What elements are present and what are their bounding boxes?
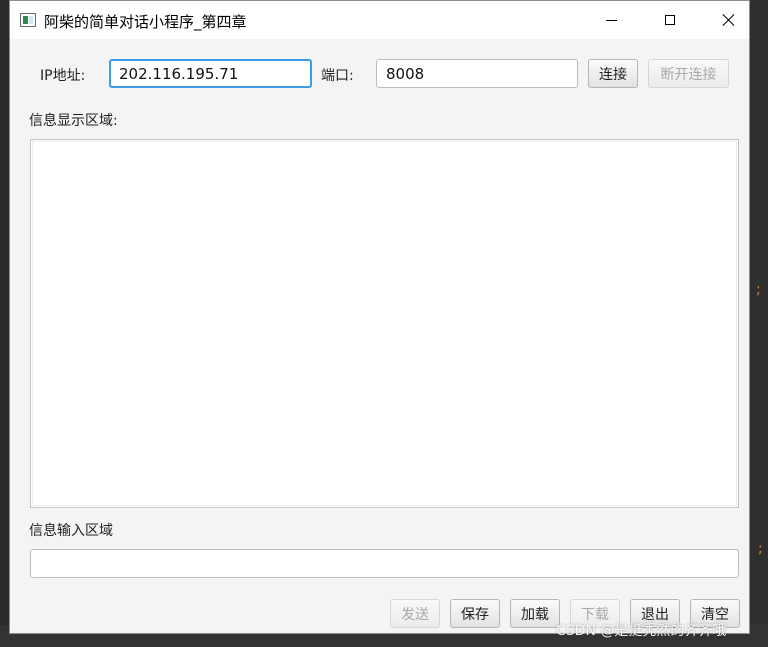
send-button[interactable]: 发送 — [390, 599, 440, 628]
maximize-button[interactable] — [647, 1, 693, 39]
input-area-label: 信息输入区域 — [29, 523, 113, 539]
background-code-mark: ; — [758, 541, 763, 557]
maximize-icon — [665, 15, 675, 25]
display-area-label: 信息显示区域: — [29, 113, 118, 129]
disconnect-button[interactable]: 断开连接 — [648, 59, 729, 88]
window-title: 阿柴的简单对话小程序_第四章 — [44, 13, 247, 31]
ip-address-input[interactable] — [109, 59, 312, 88]
minimize-icon — [605, 19, 617, 21]
message-input[interactable] — [30, 549, 739, 578]
save-button[interactable]: 保存 — [450, 599, 500, 628]
minimize-button[interactable] — [588, 1, 634, 39]
watermark-text: CSDN @是挺秃然的齐齐哦 — [556, 623, 727, 639]
port-label: 端口: — [321, 68, 354, 84]
background-editor-strip: ; ; — [750, 0, 768, 647]
title-bar[interactable]: 阿柴的简单对话小程序_第四章 — [10, 1, 749, 39]
app-icon — [20, 13, 36, 27]
background-code-mark: ; — [756, 282, 761, 298]
close-icon — [722, 13, 736, 27]
ip-label: IP地址: — [40, 68, 86, 84]
close-button[interactable] — [706, 1, 752, 39]
connect-button[interactable]: 连接 — [588, 59, 638, 88]
message-display-inner — [32, 141, 737, 506]
message-display-area[interactable] — [30, 139, 739, 508]
port-input[interactable] — [376, 59, 578, 88]
load-button[interactable]: 加载 — [510, 599, 560, 628]
app-window: 阿柴的简单对话小程序_第四章 IP地址: 端口: 连接 断开连接 信息显示区域:… — [9, 0, 750, 634]
